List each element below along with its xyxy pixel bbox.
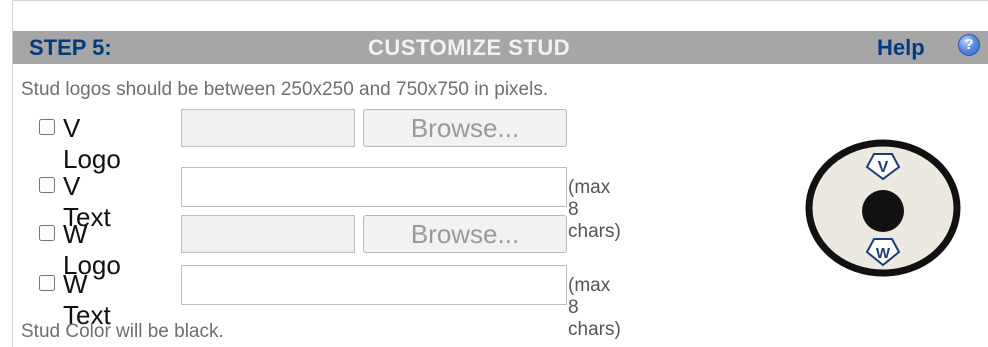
w-text-input[interactable] (181, 265, 567, 305)
step-header: STEP 5: CUSTOMIZE STUD Help ? (13, 31, 988, 64)
help-link[interactable]: Help (877, 31, 925, 64)
step-title: CUSTOMIZE STUD (368, 35, 571, 60)
stud-color-note: Stud Color will be black. (21, 321, 224, 342)
w-logo-browse-button[interactable]: Browse... (363, 215, 567, 253)
logo-size-note: Stud logos should be between 250x250 and… (21, 79, 549, 100)
w-text-hint: (max 8 chars) (568, 275, 621, 340)
stud-center (862, 190, 904, 232)
customize-stud-panel: STEP 5: CUSTOMIZE STUD Help ? Stud logos… (12, 0, 988, 347)
v-logo-checkbox[interactable] (39, 119, 55, 135)
step-label: STEP 5: (29, 35, 112, 60)
w-logo-checkbox[interactable] (39, 225, 55, 241)
w-logo-file-field[interactable] (181, 215, 355, 253)
v-text-hint: (max 8 chars) (568, 177, 621, 242)
v-badge-letter: V (878, 159, 889, 176)
help-icon[interactable]: ? (958, 34, 980, 56)
v-text-input[interactable] (181, 167, 567, 207)
v-logo-file-field[interactable] (181, 109, 355, 147)
w-badge-letter: W (876, 245, 891, 262)
v-logo-label: V Logo (63, 113, 121, 174)
v-text-checkbox[interactable] (39, 177, 55, 193)
stud-preview: V W (805, 139, 961, 277)
v-logo-browse-button[interactable]: Browse... (363, 109, 567, 147)
w-text-checkbox[interactable] (39, 275, 55, 291)
